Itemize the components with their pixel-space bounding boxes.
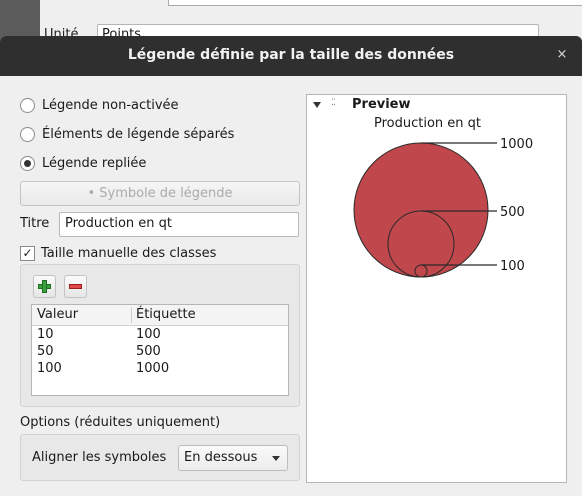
legend-dialog: Légende définie par la taille des donnée… [0, 36, 582, 496]
checkmark-icon[interactable]: ✓ [20, 246, 35, 261]
legend-label-100: 100 [500, 259, 525, 274]
cell-value[interactable]: 50 [37, 344, 54, 359]
align-symbols-value: En dessous [184, 450, 258, 465]
background-sidebar [0, 0, 40, 40]
legend-symbol-button[interactable]: • Symbole de légende [20, 181, 300, 206]
table-row[interactable]: 50 500 [32, 343, 288, 360]
column-separator [131, 307, 132, 323]
align-symbols-label: Aligner les symboles [32, 450, 167, 465]
radio-circle[interactable] [20, 127, 35, 142]
remove-icon[interactable] [64, 275, 87, 298]
dialog-title: Légende définie par la taille des donnée… [127, 47, 455, 63]
cell-value[interactable]: 100 [37, 361, 62, 376]
legend-label-1000: 1000 [500, 137, 533, 152]
cell-value[interactable]: 10 [37, 327, 54, 342]
column-header-label[interactable]: Étiquette [136, 307, 196, 322]
manual-classes-checkbox[interactable]: ✓ Taille manuelle des classes [20, 246, 216, 261]
radio-collapsed-legend[interactable]: Légende repliée [20, 156, 146, 171]
legend-circle-large [353, 142, 489, 278]
cell-label[interactable]: 500 [136, 344, 161, 359]
options-group: Aligner les symboles En dessous [20, 434, 300, 481]
preview-panel: ⁚⁚ Preview Production en qt 1000 500 100 [306, 94, 567, 483]
legend-label-500: 500 [500, 205, 525, 220]
table-row[interactable]: 100 1000 [32, 360, 288, 377]
column-header-value[interactable]: Valeur [37, 307, 78, 322]
classes-group: Valeur Étiquette 10 100 50 500 100 1000 [20, 264, 300, 407]
preview-legend-graphic: 1000 500 100 [353, 137, 533, 278]
table-row[interactable]: 10 100 [32, 326, 288, 343]
classes-table: Valeur Étiquette 10 100 50 500 100 1000 [31, 304, 289, 396]
cell-label[interactable]: 1000 [136, 361, 169, 376]
background-window: Unité Points [0, 0, 582, 48]
options-label: Options (réduites uniquement) [20, 415, 221, 430]
title-input[interactable]: Production en qt [59, 212, 299, 237]
radio-legend-disabled[interactable]: Légende non-activée [20, 98, 179, 113]
radio-circle-selected[interactable] [20, 156, 35, 171]
table-header: Valeur Étiquette [32, 305, 288, 326]
radio-circle[interactable] [20, 98, 35, 113]
align-symbols-select[interactable]: En dessous [178, 445, 288, 471]
radio-label: Légende repliée [42, 156, 147, 171]
manual-classes-label: Taille manuelle des classes [41, 246, 217, 261]
background-field [168, 0, 582, 6]
add-icon[interactable] [33, 275, 56, 298]
title-label: Titre [20, 216, 50, 231]
radio-label: Légende non-activée [42, 98, 179, 113]
radio-label: Éléments de légende séparés [42, 127, 235, 142]
dialog-titlebar: Légende définie par la taille des donnée… [0, 36, 582, 76]
title-input-value: Production en qt [65, 216, 173, 231]
cell-label[interactable]: 100 [136, 327, 161, 342]
chevron-down-icon [272, 456, 280, 461]
radio-separate-items[interactable]: Éléments de légende séparés [20, 127, 234, 142]
close-icon[interactable]: × [552, 45, 572, 65]
